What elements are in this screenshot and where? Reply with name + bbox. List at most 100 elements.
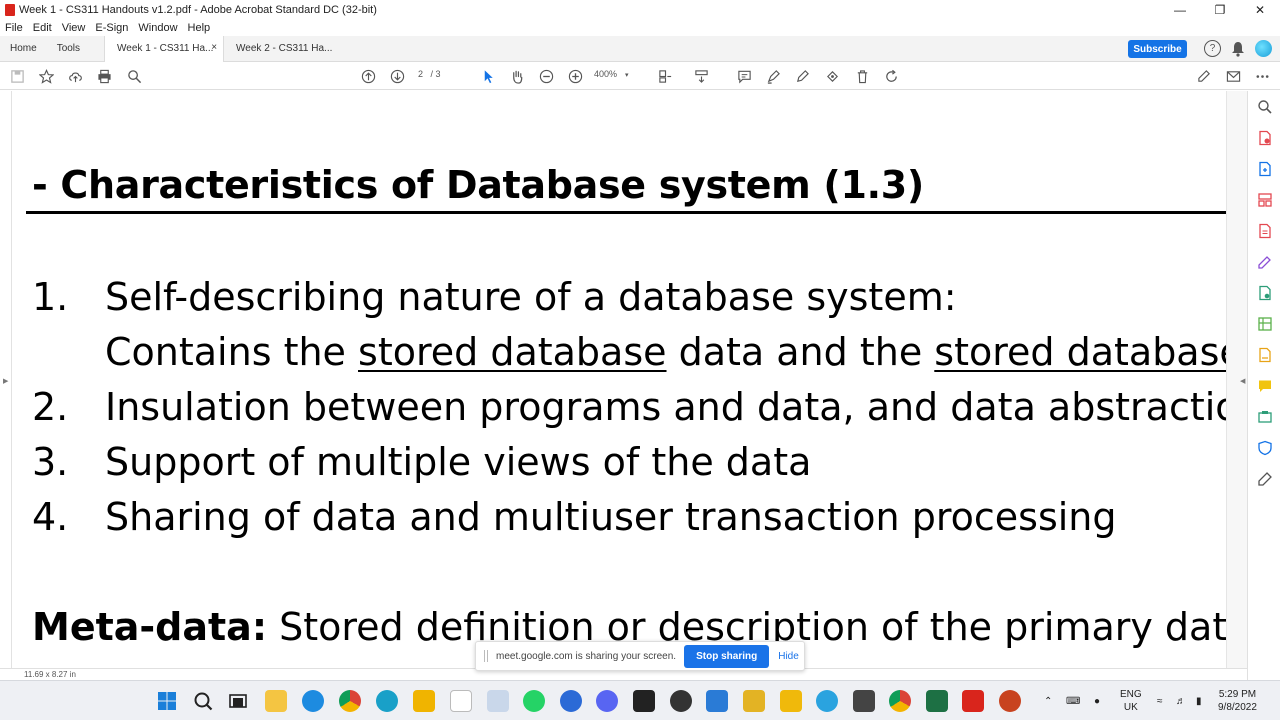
hide-button[interactable]: Hide — [778, 651, 799, 662]
keyboard-icon[interactable]: ⌨ — [1066, 681, 1080, 721]
task-view-icon[interactable] — [227, 690, 249, 712]
expand-right-icon[interactable]: ◀ — [1240, 377, 1245, 385]
menu-file[interactable]: File — [0, 22, 28, 34]
close-tab-icon[interactable]: × — [211, 42, 217, 53]
menu-edit[interactable]: Edit — [28, 22, 57, 34]
search-icon[interactable] — [1257, 99, 1273, 115]
edge-browser-icon[interactable] — [302, 690, 324, 712]
menu-esign[interactable]: E-Sign — [90, 22, 133, 34]
page-indicator[interactable]: 2 / 3 — [418, 69, 441, 79]
previous-page-icon[interactable] — [359, 67, 377, 85]
chevron-up-icon[interactable]: ⌃ — [1044, 681, 1052, 721]
zoom-in-icon[interactable] — [566, 67, 584, 85]
more-tools-icon[interactable] — [1257, 471, 1273, 487]
app-icon[interactable] — [376, 690, 398, 712]
drag-handle-icon[interactable] — [484, 650, 488, 662]
battery-icon[interactable]: ▮ — [1196, 681, 1202, 721]
acrobat-icon[interactable] — [962, 690, 984, 712]
menu-window[interactable]: Window — [133, 22, 182, 34]
tools-tab[interactable]: Tools — [47, 43, 104, 54]
request-signature-icon[interactable] — [1257, 347, 1273, 363]
select-cursor-icon[interactable] — [479, 67, 497, 85]
fill-sign-icon[interactable] — [1257, 254, 1273, 270]
edit-pdf-icon[interactable] — [1257, 223, 1273, 239]
zoom-dropdown[interactable]: 400% ▾ — [594, 69, 642, 79]
chrome-icon[interactable] — [889, 690, 911, 712]
vlc-icon[interactable] — [413, 690, 435, 712]
left-panel-collapsed[interactable]: ▶ — [0, 91, 12, 668]
app-icon[interactable] — [487, 690, 509, 712]
discord-icon[interactable] — [596, 690, 618, 712]
help-icon[interactable]: ? — [1204, 40, 1221, 57]
page-display-icon[interactable] — [656, 67, 674, 85]
comment-icon[interactable] — [735, 67, 753, 85]
region: UK — [1123, 702, 1138, 713]
save-icon[interactable] — [8, 67, 26, 85]
volume-icon[interactable]: ♬ — [1176, 681, 1186, 721]
powerpoint-icon[interactable] — [999, 690, 1021, 712]
pdf-page: - Characteristics of Database system (1.… — [13, 91, 1226, 668]
notepad-icon[interactable] — [450, 690, 472, 712]
export-pdf-icon[interactable] — [1257, 130, 1273, 146]
scroll-mode-icon[interactable] — [692, 67, 710, 85]
document-tab-week1[interactable]: Week 1 - CS311 Ha... × — [104, 35, 225, 62]
zoom-out-icon[interactable] — [537, 67, 555, 85]
clock[interactable]: 5:29 PM 9/8/2022 — [1218, 688, 1257, 714]
excel-icon[interactable] — [926, 690, 948, 712]
current-page-input[interactable]: 2 — [418, 69, 423, 79]
file-explorer-icon[interactable] — [265, 690, 287, 712]
document-viewport[interactable]: ▶ - Characteristics of Database system (… — [0, 91, 1247, 668]
organize-pages-icon[interactable] — [1257, 192, 1273, 208]
stamp-icon[interactable] — [823, 67, 841, 85]
list-item: 2. Insulation between programs and data,… — [13, 385, 1226, 435]
close-button[interactable]: ✕ — [1240, 0, 1280, 20]
expand-left-icon[interactable]: ▶ — [3, 377, 8, 385]
wifi-icon[interactable]: ≈ — [1157, 681, 1163, 721]
comment-icon[interactable] — [1257, 378, 1273, 394]
scan-ocr-icon[interactable] — [1257, 409, 1273, 425]
app-icon[interactable] — [670, 690, 692, 712]
maximize-button[interactable]: ❐ — [1200, 0, 1240, 20]
star-icon[interactable] — [37, 67, 55, 85]
home-tab[interactable]: Home — [0, 43, 47, 54]
subscribe-button[interactable]: Subscribe — [1128, 40, 1187, 58]
profile-avatar[interactable] — [1255, 40, 1272, 57]
document-tab-week2[interactable]: Week 2 - CS311 Ha... — [224, 36, 344, 62]
vertical-scrollbar[interactable]: ◀ — [1226, 91, 1247, 668]
search-icon[interactable] — [125, 67, 143, 85]
search-icon[interactable] — [192, 690, 214, 712]
terminal-icon[interactable] — [633, 690, 655, 712]
draw-icon[interactable] — [793, 67, 811, 85]
app-icon[interactable] — [743, 690, 765, 712]
highlight-pen-icon[interactable] — [764, 67, 782, 85]
minimize-button[interactable]: — — [1160, 0, 1200, 20]
app-icon[interactable] — [560, 690, 582, 712]
chrome-icon[interactable] — [339, 690, 361, 712]
windows-start-icon[interactable] — [156, 690, 178, 712]
hand-tool-icon[interactable] — [508, 67, 526, 85]
print-icon[interactable] — [95, 67, 113, 85]
bell-icon[interactable] — [1231, 41, 1245, 57]
next-page-icon[interactable] — [388, 67, 406, 85]
more-options-icon[interactable] — [1253, 67, 1271, 85]
whatsapp-icon[interactable] — [523, 690, 545, 712]
protect-icon[interactable] — [1257, 440, 1273, 456]
combine-files-icon[interactable] — [1257, 285, 1273, 301]
binance-icon[interactable] — [780, 690, 802, 712]
language-indicator[interactable]: ENG UK — [1120, 688, 1142, 714]
vscode-icon[interactable] — [706, 690, 728, 712]
delete-icon[interactable] — [853, 67, 871, 85]
stop-sharing-button[interactable]: Stop sharing — [684, 644, 770, 668]
telegram-icon[interactable] — [816, 690, 838, 712]
create-pdf-icon[interactable] — [1257, 161, 1273, 177]
app-icon[interactable] — [853, 690, 875, 712]
rotate-icon[interactable] — [882, 67, 900, 85]
menu-view[interactable]: View — [57, 22, 91, 34]
fill-sign-icon[interactable] — [1195, 67, 1213, 85]
document-tab-label: Week 2 - CS311 Ha... — [236, 43, 333, 54]
microphone-icon[interactable]: ● — [1094, 681, 1100, 721]
upload-cloud-icon[interactable] — [66, 67, 84, 85]
compress-icon[interactable] — [1257, 316, 1273, 332]
email-icon[interactable] — [1224, 67, 1242, 85]
menu-help[interactable]: Help — [183, 22, 216, 34]
